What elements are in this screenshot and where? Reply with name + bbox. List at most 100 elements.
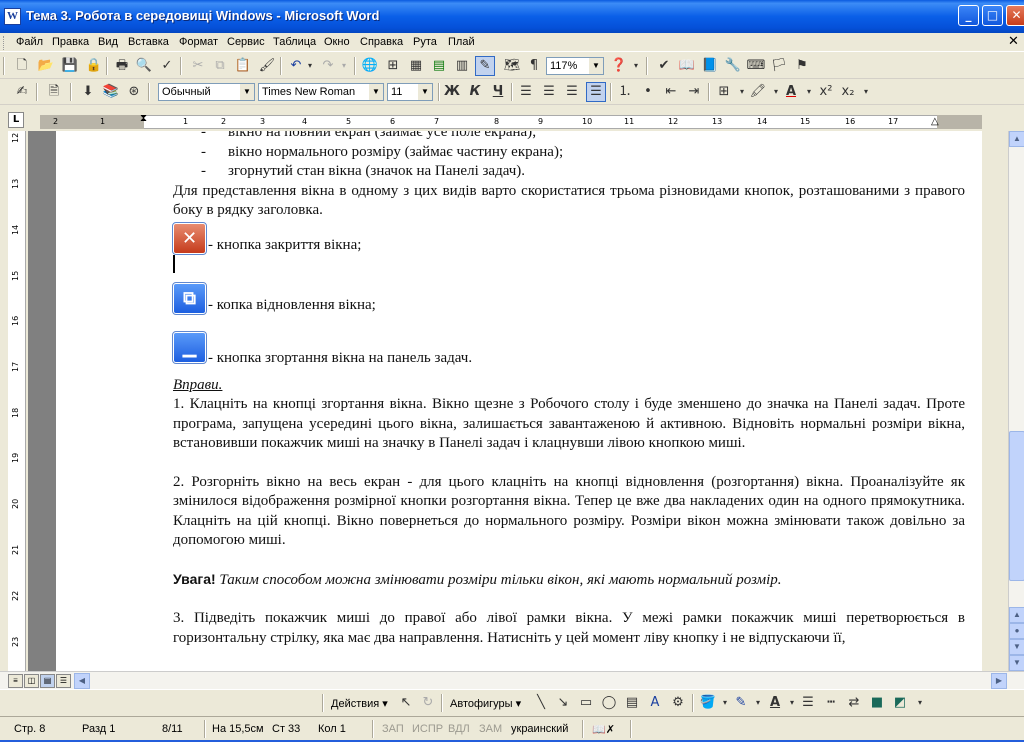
menu-view[interactable]: Вид: [98, 36, 118, 48]
open-icon[interactable]: 📂: [36, 56, 56, 76]
scroll-down-icon[interactable]: ▼: [1009, 655, 1024, 671]
increase-indent-icon[interactable]: ⇥: [684, 82, 704, 102]
line-icon[interactable]: ╲: [531, 693, 551, 713]
document-page[interactable]: - вікно на повний екран (займає усе поле …: [56, 131, 982, 671]
select-browse-object-icon[interactable]: ●: [1009, 623, 1024, 639]
dictionary-icon[interactable]: 📘: [700, 56, 720, 76]
word-app-icon[interactable]: W: [4, 8, 21, 25]
scroll-up-icon[interactable]: ▲: [1009, 131, 1024, 147]
scroll-left-icon[interactable]: ◀: [74, 673, 90, 689]
tab-selector[interactable]: L: [8, 112, 24, 128]
paste-icon[interactable]: 📋: [233, 56, 253, 76]
toolbar-options-icon[interactable]: ▾: [856, 82, 876, 102]
print-preview-icon[interactable]: 🔍: [134, 56, 154, 76]
style-select[interactable]: Обычный ▼: [158, 83, 255, 101]
previous-page-icon[interactable]: ▲: [1009, 607, 1024, 623]
menu-table[interactable]: Таблица: [273, 36, 316, 48]
vertical-scrollbar[interactable]: ▲ ▲ ● ▼ ▼: [1008, 131, 1024, 671]
font-select[interactable]: Times New Roman ▼: [258, 83, 384, 101]
toolbar-options-icon[interactable]: ▾: [910, 693, 930, 713]
show-formatting-icon[interactable]: ¶: [524, 56, 544, 76]
3d-style-icon[interactable]: ◩: [890, 693, 910, 713]
document-map-icon[interactable]: 🗺: [502, 56, 522, 76]
status-ext[interactable]: ВДЛ: [448, 723, 470, 735]
align-right-icon[interactable]: ☰: [562, 82, 582, 102]
minimize-button[interactable]: _: [958, 5, 979, 26]
underline-button[interactable]: Ч: [488, 82, 508, 102]
normal-view-icon[interactable]: ≡: [8, 674, 23, 688]
redo-dropdown-icon[interactable]: ▾: [334, 56, 354, 76]
left-indent-marker[interactable]: ⧗: [140, 113, 147, 124]
spelling-icon[interactable]: ✓: [157, 56, 177, 76]
ukraine-flag-icon[interactable]: 🏳: [769, 56, 789, 76]
highlight-icon[interactable]: 🖍: [748, 82, 768, 102]
borders-icon[interactable]: ⊞: [714, 82, 734, 102]
menu-edit[interactable]: Правка: [52, 36, 89, 48]
italic-button[interactable]: К: [465, 82, 485, 102]
cut-icon[interactable]: ✂: [188, 56, 208, 76]
autoshapes-menu[interactable]: Автофигуры ▾: [450, 697, 521, 710]
toolbar-options-icon[interactable]: ▾: [626, 56, 646, 76]
columns-icon[interactable]: ▥: [452, 56, 472, 76]
status-trk[interactable]: ИСПР: [412, 723, 443, 735]
styles-pane-icon[interactable]: ✍: [12, 82, 32, 102]
tables-borders-icon[interactable]: ⊞: [383, 56, 403, 76]
bullets-icon[interactable]: •: [638, 82, 658, 102]
ruler-strip[interactable]: [40, 115, 982, 129]
hyperlink-icon[interactable]: 🌐: [360, 56, 380, 76]
library-icon[interactable]: 📚: [101, 82, 121, 102]
decrease-indent-icon[interactable]: ⇤: [661, 82, 681, 102]
translate-icon[interactable]: 🔧: [723, 56, 743, 76]
undo-dropdown-icon[interactable]: ▾: [300, 56, 320, 76]
align-center-icon[interactable]: ☰: [539, 82, 559, 102]
wordart-icon[interactable]: A: [645, 693, 665, 713]
status-rec[interactable]: ЗАП: [382, 723, 404, 735]
toolbar-grip[interactable]: [322, 694, 324, 712]
close-button[interactable]: ✕: [1006, 5, 1024, 26]
keyboard-icon[interactable]: ⌨: [746, 56, 766, 76]
scroll-thumb[interactable]: [1009, 431, 1024, 581]
reveal-formatting-icon[interactable]: 🗎: [44, 82, 64, 102]
next-page-icon[interactable]: ▼: [1009, 639, 1024, 655]
select-pointer-icon[interactable]: ↖: [396, 693, 416, 713]
menu-file[interactable]: Файл: [16, 36, 43, 48]
menu-plai[interactable]: Плай: [448, 36, 475, 48]
menu-ruta[interactable]: Рута: [413, 36, 437, 48]
shadow-style-icon[interactable]: ■: [867, 693, 887, 713]
maximize-button[interactable]: □: [982, 5, 1003, 26]
status-language[interactable]: украинский: [511, 723, 568, 735]
numbering-icon[interactable]: ⒈: [615, 82, 635, 102]
research-icon[interactable]: 📖: [677, 56, 697, 76]
permission-icon[interactable]: 🔒: [84, 56, 104, 76]
textbox-icon[interactable]: ▤: [622, 693, 642, 713]
insert-table-icon[interactable]: ▦: [406, 56, 426, 76]
format-painter-icon[interactable]: 🖌: [257, 56, 277, 76]
spelling-abc-icon[interactable]: ✔: [654, 56, 674, 76]
font-color-icon[interactable]: A: [781, 82, 801, 102]
status-ovr[interactable]: ЗАМ: [479, 723, 502, 735]
font-size-select[interactable]: 11 ▼: [387, 83, 433, 101]
diagram-icon[interactable]: ⚙: [668, 693, 688, 713]
right-indent-marker[interactable]: △: [931, 116, 939, 127]
spelling-status-icon[interactable]: 📖✗: [592, 723, 615, 736]
scroll-right-icon[interactable]: ▶: [991, 673, 1007, 689]
arrow-style-icon[interactable]: ⇄: [844, 693, 864, 713]
menu-format[interactable]: Формат: [179, 36, 218, 48]
subscript-icon[interactable]: x₂: [838, 82, 858, 102]
menu-tools[interactable]: Сервис: [227, 36, 265, 48]
actions-menu[interactable]: Действия ▾: [331, 697, 388, 710]
clip-organizer-icon[interactable]: ⊛: [124, 82, 144, 102]
justify-icon[interactable]: ☰: [586, 82, 606, 102]
align-left-icon[interactable]: ☰: [516, 82, 536, 102]
document-content[interactable]: - вікно на повний екран (займає усе поле …: [172, 131, 965, 648]
print-icon[interactable]: 🖶: [112, 56, 132, 76]
menu-insert[interactable]: Вставка: [128, 36, 169, 48]
line-style-icon[interactable]: ☰: [798, 693, 818, 713]
menu-help[interactable]: Справка: [360, 36, 403, 48]
bold-button[interactable]: Ж: [442, 82, 462, 102]
print-layout-icon[interactable]: ▤: [40, 674, 55, 688]
zoom-select[interactable]: 117% ▼: [546, 57, 604, 75]
converter-icon[interactable]: ⚑: [792, 56, 812, 76]
outline-view-icon[interactable]: ☰: [56, 674, 71, 688]
toolbar-grip[interactable]: [3, 57, 5, 75]
